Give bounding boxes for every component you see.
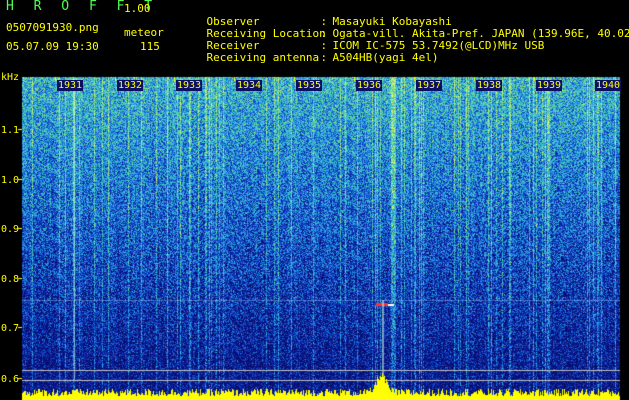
meteor-label: meteor — [124, 26, 164, 39]
info-colon: : — [320, 51, 328, 64]
meteor-count: 115 — [140, 40, 160, 53]
y-tick-label: 0.6 — [1, 374, 20, 385]
y-tick-label: 1.0 — [1, 175, 20, 186]
time-label: 1934 — [236, 80, 263, 91]
info-value: A504HB(yagi 4el) — [332, 51, 439, 64]
time-label: 1936 — [356, 80, 383, 91]
time-label: 1931 — [57, 80, 84, 91]
file-name: 0507091930.png — [6, 21, 99, 34]
time-label: 1932 — [117, 80, 144, 91]
time-label: 1938 — [476, 80, 503, 91]
app-version: 1.00 — [124, 2, 151, 15]
y-axis-unit: kHz — [1, 72, 20, 83]
time-label: 1939 — [536, 80, 563, 91]
info-label: Receiving antenna — [206, 51, 320, 64]
info-row-antenna: Receiving antenna: A504HB(yagi 4el) — [180, 40, 439, 76]
y-tick-label: 1.1 — [1, 125, 20, 136]
time-label: 1933 — [176, 80, 203, 91]
y-tick-label: 0.7 — [1, 323, 20, 334]
time-label: 1940 — [595, 80, 622, 91]
date-time: 05.07.09 19:30 — [6, 40, 99, 53]
spectrogram-window: H R O F F T 1.00 0507091930.png 05.07.09… — [0, 0, 629, 400]
time-label: 1937 — [416, 80, 443, 91]
y-tick-label: 0.8 — [1, 274, 20, 285]
time-label: 1935 — [296, 80, 323, 91]
y-tick-label: 0.9 — [1, 224, 20, 235]
